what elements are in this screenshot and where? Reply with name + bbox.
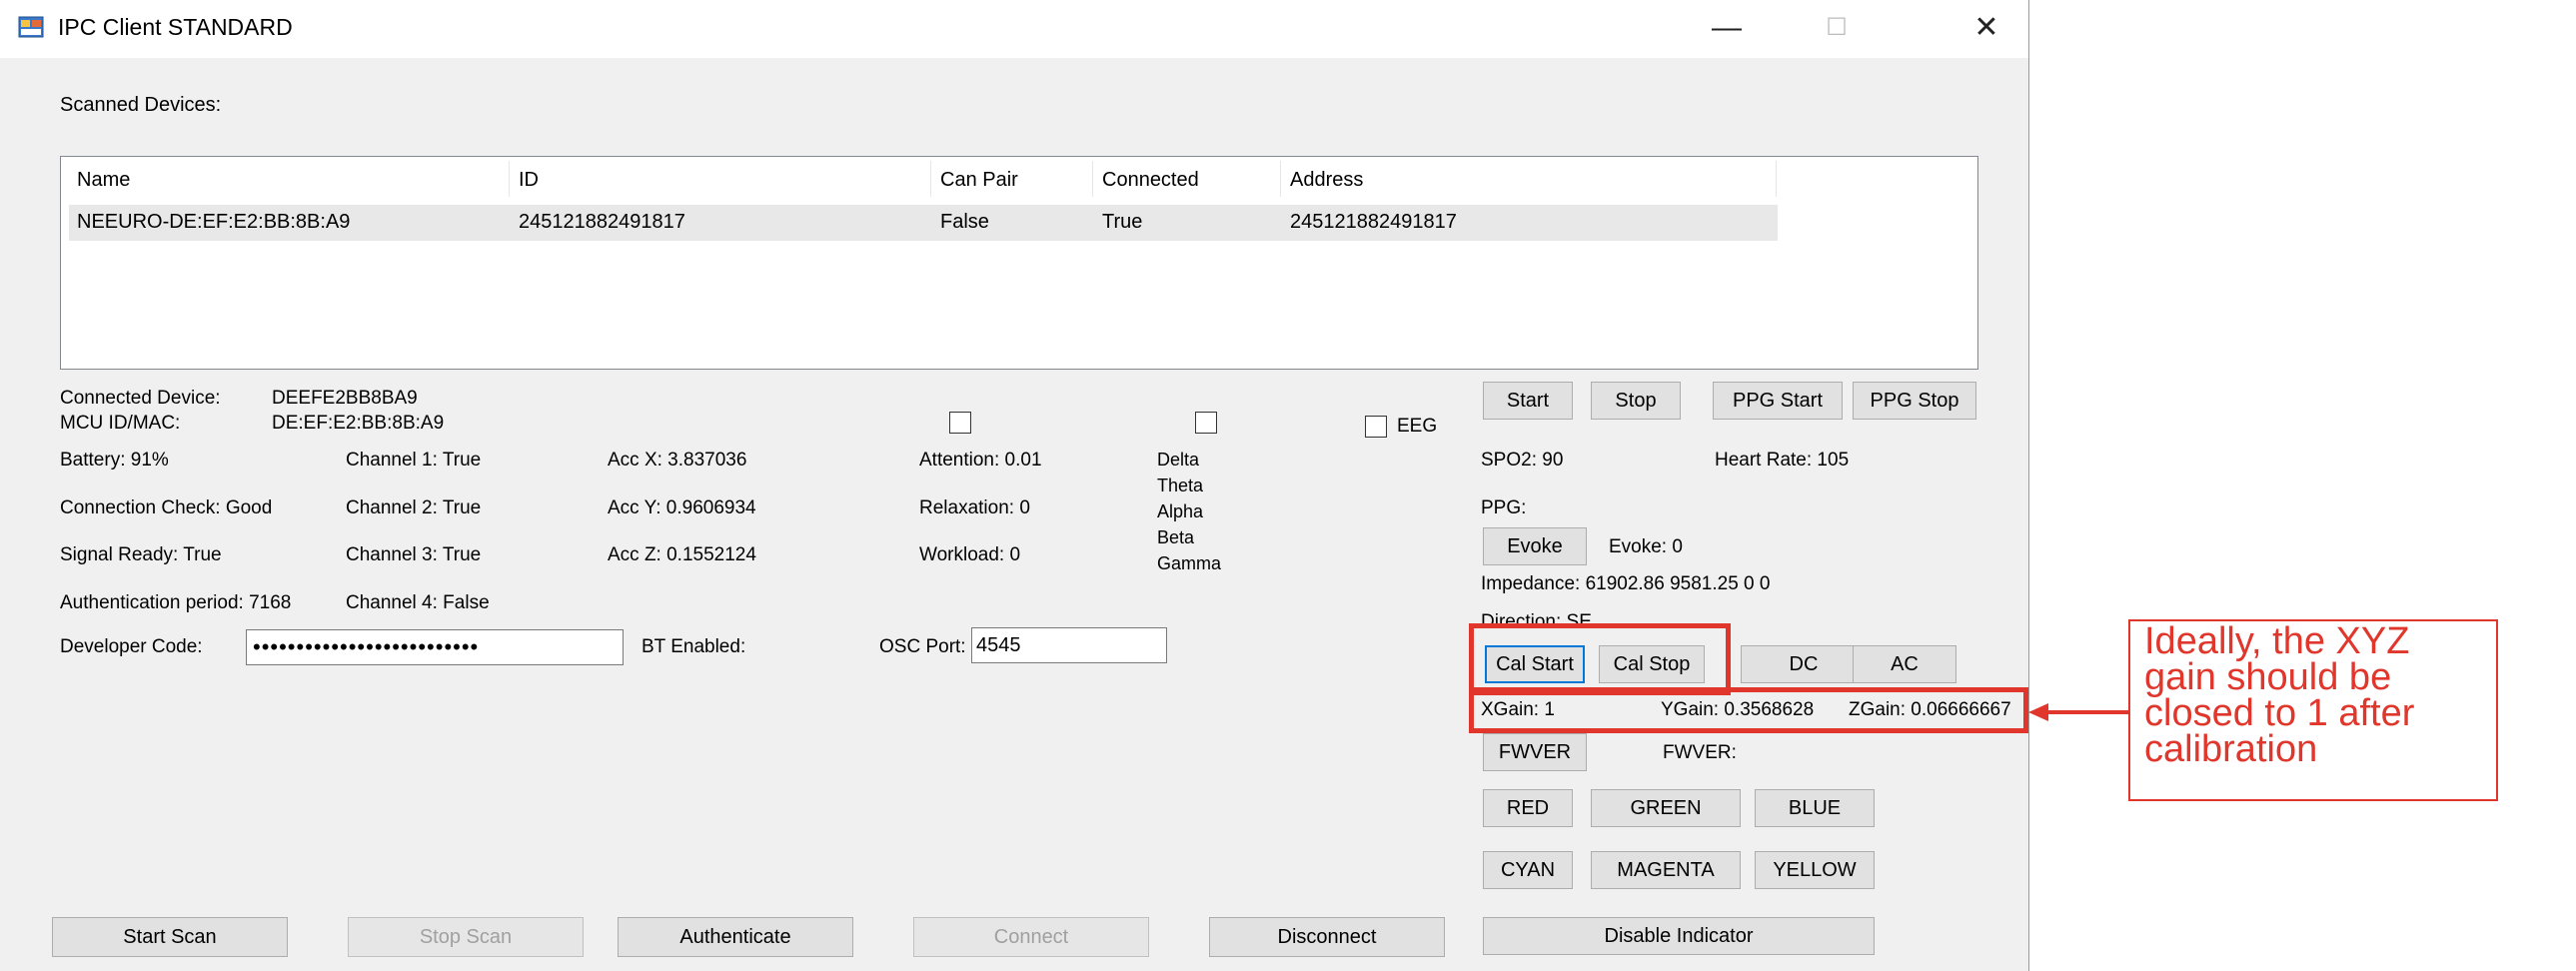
band-theta: Theta xyxy=(1157,476,1204,495)
gain-highlight-box xyxy=(1469,687,2028,733)
channel-3-status: Channel 3: True xyxy=(346,544,482,565)
eeg-label: EEG xyxy=(1397,416,1438,437)
connected-device-label: Connected Device: xyxy=(60,388,221,409)
cell-connected: True xyxy=(1102,211,1143,233)
developer-code-masked: •••••••••••••••••••••••••• xyxy=(253,634,480,659)
dc-button[interactable]: DC xyxy=(1741,645,1867,683)
ppg-label: PPG: xyxy=(1481,497,1527,518)
developer-code-input[interactable]: •••••••••••••••••••••••••• xyxy=(246,629,624,665)
band-delta: Delta xyxy=(1157,450,1200,470)
stop-scan-button[interactable]: Stop Scan xyxy=(348,917,584,957)
connection-check-status: Connection Check: Good xyxy=(60,497,273,518)
cell-can-pair: False xyxy=(940,211,989,233)
close-button[interactable]: ✕ xyxy=(1948,4,2024,52)
evoke-value: Evoke: 0 xyxy=(1609,536,1683,557)
osc-port-label: OSC Port: xyxy=(879,636,966,657)
start-scan-button[interactable]: Start Scan xyxy=(52,917,288,957)
heart-rate-value: Heart Rate: 105 xyxy=(1715,450,1850,471)
acc-z-value: Acc Z: 0.1552124 xyxy=(608,544,756,565)
channel-1-status: Channel 1: True xyxy=(346,450,482,471)
cell-name: NEEURO-DE:EF:E2:BB:8B:A9 xyxy=(77,211,351,233)
impedance-value: Impedance: 61902.86 9581.25 0 0 xyxy=(1481,573,1771,594)
battery-status: Battery: 91% xyxy=(60,450,169,471)
ppg-start-button[interactable]: PPG Start xyxy=(1713,382,1843,420)
cell-address: 245121882491817 xyxy=(1290,211,1457,233)
stop-button[interactable]: Stop xyxy=(1591,382,1681,420)
mcu-mac-value: DE:EF:E2:BB:8B:A9 xyxy=(272,413,445,434)
minimize-button[interactable]: — xyxy=(1689,4,1765,52)
fwver-button[interactable]: FWVER xyxy=(1483,733,1587,771)
disconnect-button[interactable]: Disconnect xyxy=(1209,917,1445,957)
column-divider xyxy=(1092,161,1093,197)
band-gamma: Gamma xyxy=(1157,553,1222,573)
column-divider xyxy=(1776,161,1777,197)
ac-button[interactable]: AC xyxy=(1853,645,1956,683)
fwver-value: FWVER: xyxy=(1663,742,1737,763)
cell-id: 245121882491817 xyxy=(519,211,685,233)
column-header-connected[interactable]: Connected xyxy=(1102,169,1199,192)
signal-ready-status: Signal Ready: True xyxy=(60,544,222,565)
authenticate-button[interactable]: Authenticate xyxy=(618,917,853,957)
column-header-id[interactable]: ID xyxy=(519,169,539,192)
scanned-devices-label: Scanned Devices: xyxy=(60,94,222,116)
red-button[interactable]: RED xyxy=(1483,789,1573,827)
column-divider xyxy=(509,161,510,197)
calibration-highlight-box xyxy=(1469,623,1731,695)
bt-enabled-label: BT Enabled: xyxy=(642,636,746,657)
mcu-mac-label: MCU ID/MAC: xyxy=(60,413,181,434)
channel-4-status: Channel 4: False xyxy=(346,592,490,613)
column-divider xyxy=(1280,161,1281,197)
column-header-can-pair[interactable]: Can Pair xyxy=(940,169,1018,192)
evoke-button[interactable]: Evoke xyxy=(1483,527,1587,565)
blue-button[interactable]: BLUE xyxy=(1755,789,1875,827)
connect-button[interactable]: Connect xyxy=(913,917,1149,957)
workload-value: Workload: 0 xyxy=(919,544,1021,565)
green-button[interactable]: GREEN xyxy=(1591,789,1741,827)
authentication-period: Authentication period: 7168 xyxy=(60,592,292,613)
relaxation-value: Relaxation: 0 xyxy=(919,497,1030,518)
yellow-button[interactable]: YELLOW xyxy=(1755,851,1875,889)
bands-checkbox[interactable] xyxy=(1195,412,1217,434)
cyan-button[interactable]: CYAN xyxy=(1483,851,1573,889)
acc-x-value: Acc X: 3.837036 xyxy=(608,450,747,471)
band-alpha: Alpha xyxy=(1157,501,1204,521)
annotation-text: Ideally, the XYZ gain should be closed t… xyxy=(2144,620,2415,770)
band-beta: Beta xyxy=(1157,527,1195,547)
maximize-button[interactable]: ☐ xyxy=(1799,4,1875,52)
start-button[interactable]: Start xyxy=(1483,382,1573,420)
eeg-checkbox[interactable] xyxy=(1365,416,1387,438)
column-divider xyxy=(930,161,931,197)
ppg-stop-button[interactable]: PPG Stop xyxy=(1853,382,1976,420)
osc-port-value: 4545 xyxy=(976,634,1021,656)
channel-2-status: Channel 2: True xyxy=(346,497,482,518)
app-icon xyxy=(18,16,44,38)
mental-checkbox[interactable] xyxy=(949,412,971,434)
title-bar[interactable]: IPC Client STANDARD — ☐ ✕ xyxy=(0,0,2028,58)
app-window: IPC Client STANDARD — ☐ ✕ Scanned Device… xyxy=(0,0,2029,971)
column-header-name[interactable]: Name xyxy=(77,169,130,192)
connected-device-value: DEEFE2BB8BA9 xyxy=(272,388,418,409)
developer-code-label: Developer Code: xyxy=(60,636,203,657)
annotation-arrow xyxy=(2028,703,2128,721)
acc-y-value: Acc Y: 0.9606934 xyxy=(608,497,756,518)
osc-port-input[interactable]: 4545 xyxy=(971,627,1167,663)
disable-indicator-button[interactable]: Disable Indicator xyxy=(1483,917,1875,955)
devices-list[interactable]: Name ID Can Pair Connected Address NEEUR… xyxy=(60,156,1978,370)
column-header-address[interactable]: Address xyxy=(1290,169,1363,192)
annotation-callout: Ideally, the XYZ gain should be closed t… xyxy=(2128,619,2498,801)
window-title: IPC Client STANDARD xyxy=(58,14,293,40)
magenta-button[interactable]: MAGENTA xyxy=(1591,851,1741,889)
attention-value: Attention: 0.01 xyxy=(919,450,1042,471)
spo2-value: SPO2: 90 xyxy=(1481,450,1564,471)
